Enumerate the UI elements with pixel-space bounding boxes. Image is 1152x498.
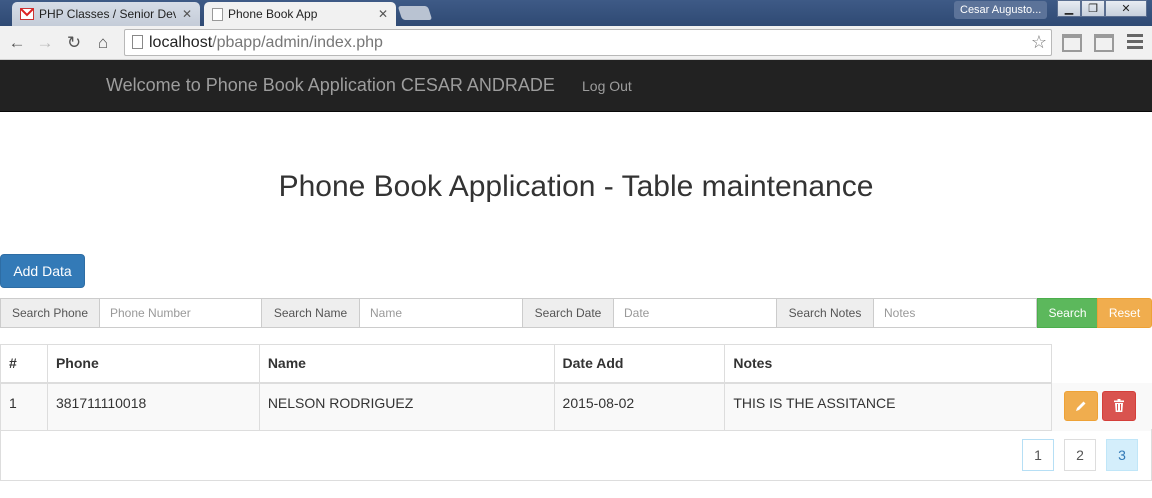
new-tab-button[interactable] xyxy=(397,6,433,20)
cell-notes: THIS IS THE ASSITANCE xyxy=(724,382,1053,431)
cell-name: NELSON RODRIGUEZ xyxy=(258,382,555,431)
cell-date: 2015-08-02 xyxy=(553,382,726,431)
pagination-container xyxy=(0,429,1152,481)
column-header-notes: Notes xyxy=(724,344,1053,384)
search-bar: Search Phone Search Name Search Date Sea… xyxy=(0,298,1152,328)
menu-icon[interactable] xyxy=(1127,34,1143,52)
search-phone-label: Search Phone xyxy=(0,298,100,328)
page-link-1[interactable]: 1 xyxy=(1022,439,1054,471)
app-navbar: Welcome to Phone Book Application CESAR … xyxy=(0,60,1152,112)
add-data-button[interactable]: Add Data xyxy=(0,254,85,288)
column-header-number: # xyxy=(0,344,48,384)
page-icon xyxy=(132,35,143,49)
gmail-icon xyxy=(20,8,34,20)
column-header-date: Date Add xyxy=(553,344,726,384)
navbar-brand[interactable]: Welcome to Phone Book Application CESAR … xyxy=(106,75,555,96)
browser-tab-phonebook[interactable]: Phone Book App ✕ xyxy=(204,2,396,26)
date-search-input[interactable] xyxy=(613,298,777,328)
close-tab-icon[interactable]: ✕ xyxy=(378,7,388,21)
column-header-actions xyxy=(1051,344,1152,383)
browser-tab-title: Phone Book App xyxy=(228,7,318,21)
search-name-label: Search Name xyxy=(261,298,360,328)
close-tab-icon[interactable]: ✕ xyxy=(182,7,192,21)
phonebook-table: # Phone Name Date Add Notes 1 3817111100… xyxy=(0,344,1152,431)
delete-button[interactable] xyxy=(1102,390,1137,421)
pencil-icon xyxy=(1076,401,1086,411)
table-row: 1 381711110018 NELSON RODRIGUEZ 2015-08-… xyxy=(0,382,1152,431)
page-icon xyxy=(212,7,223,21)
table-header-row: # Phone Name Date Add Notes xyxy=(0,344,1152,384)
column-header-name: Name xyxy=(258,344,555,384)
edit-button[interactable] xyxy=(1064,391,1099,421)
search-notes-label: Search Notes xyxy=(776,298,874,328)
cell-number: 1 xyxy=(0,382,48,431)
page-link-2[interactable]: 2 xyxy=(1064,439,1096,471)
cell-phone: 381711110018 xyxy=(46,382,260,431)
back-icon[interactable]: ← xyxy=(6,32,28,54)
browser-tab-bar: PHP Classes / Senior Develop ✕ Phone Boo… xyxy=(0,0,1152,26)
url-host: localhost xyxy=(149,33,213,51)
reset-button[interactable]: Reset xyxy=(1097,298,1152,328)
extension-icon[interactable] xyxy=(1062,34,1082,52)
page-link-3[interactable]: 3 xyxy=(1106,439,1138,471)
column-header-phone: Phone xyxy=(46,344,260,384)
bookmark-star-icon[interactable]: ☆ xyxy=(1031,32,1047,53)
minimize-icon[interactable]: ▁ xyxy=(1057,0,1081,17)
close-window-icon[interactable]: ✕ xyxy=(1105,0,1147,17)
forward-icon[interactable]: → xyxy=(34,32,56,54)
url-path: /pbapp/admin/index.php xyxy=(212,33,383,51)
logout-link[interactable]: Log Out xyxy=(582,78,632,94)
search-date-label: Search Date xyxy=(522,298,614,328)
search-button[interactable]: Search xyxy=(1037,298,1098,328)
cell-actions xyxy=(1051,382,1152,431)
notes-search-input[interactable] xyxy=(873,298,1037,328)
trash-icon xyxy=(1114,399,1125,412)
browser-tab-phpclasses[interactable]: PHP Classes / Senior Develop ✕ xyxy=(12,2,200,26)
address-bar[interactable]: localhost/pbapp/admin/index.php ☆ xyxy=(124,29,1052,56)
home-icon[interactable]: ⌂ xyxy=(92,32,114,54)
restore-icon[interactable]: ❐ xyxy=(1081,0,1105,17)
page-title: Phone Book Application - Table maintenan… xyxy=(278,170,874,203)
extension-icon[interactable] xyxy=(1094,34,1114,52)
name-search-input[interactable] xyxy=(359,298,523,328)
profile-button[interactable]: Cesar Augusto... xyxy=(954,1,1048,19)
reload-icon[interactable]: ↻ xyxy=(63,32,85,54)
phone-search-input[interactable] xyxy=(99,298,262,328)
browser-toolbar: ← → ↻ ⌂ localhost/pbapp/admin/index.php … xyxy=(0,26,1152,60)
browser-tab-title: PHP Classes / Senior Develop xyxy=(39,7,176,21)
